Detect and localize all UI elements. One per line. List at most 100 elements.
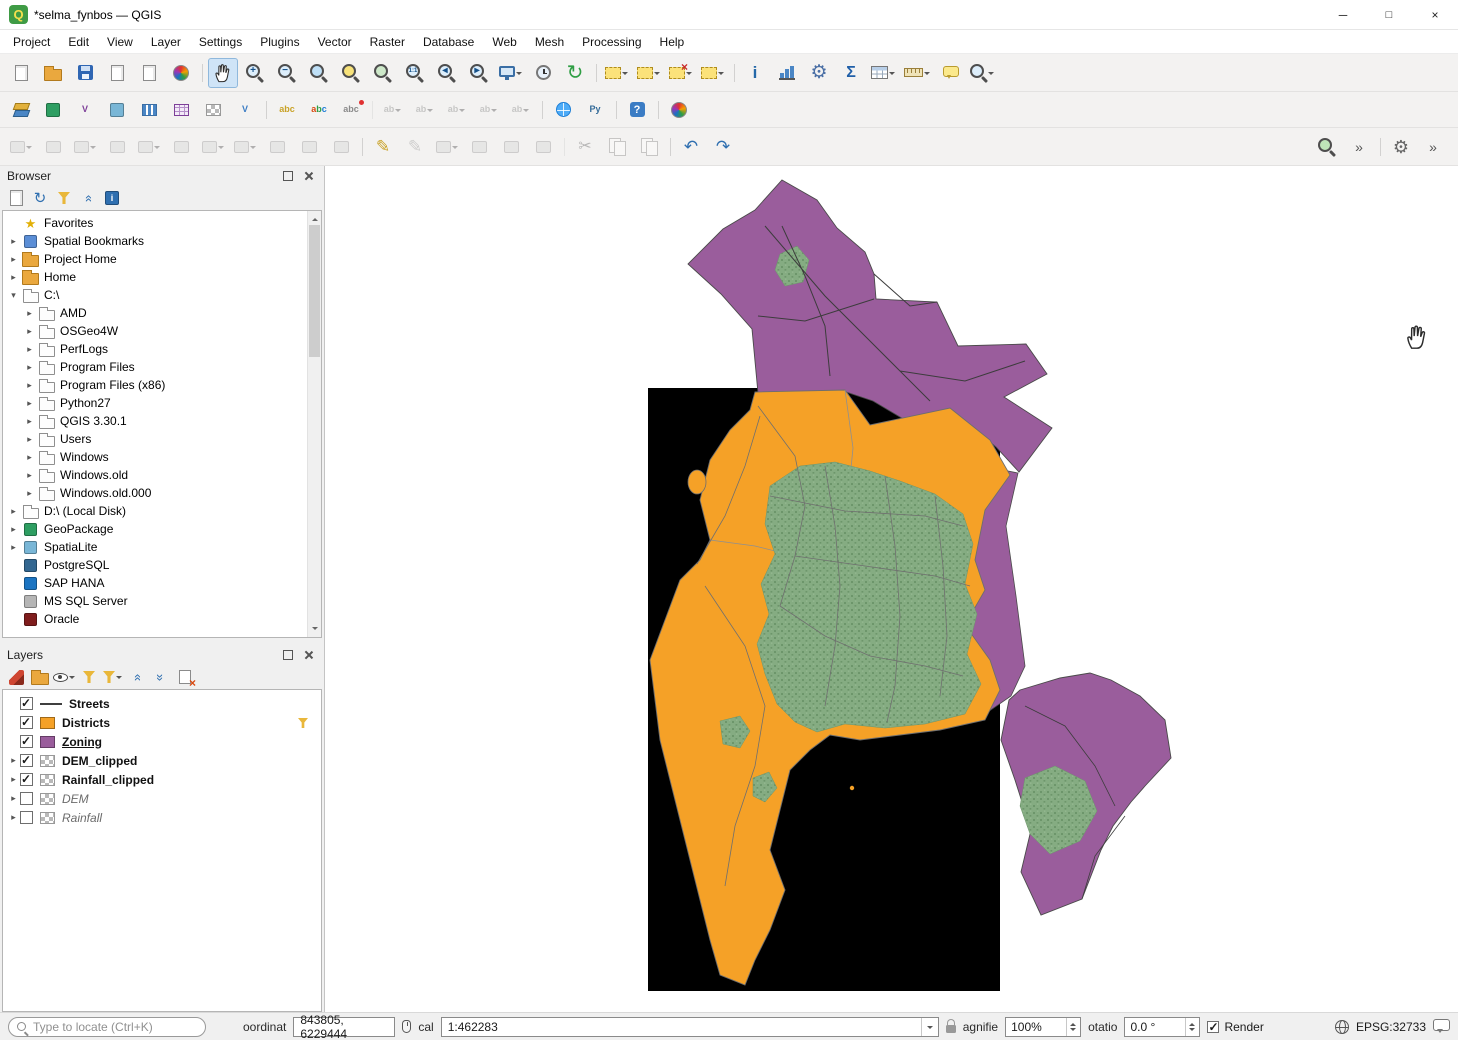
chevron-right-icon[interactable]: ▸ [7, 272, 20, 283]
select-features-button[interactable] [602, 58, 632, 88]
menu-edit[interactable]: Edit [59, 32, 98, 52]
split-features-button[interactable] [496, 132, 526, 162]
temporal-controller-button[interactable] [528, 58, 558, 88]
stream-digitizing-button[interactable] [326, 132, 356, 162]
close-icon[interactable] [301, 169, 317, 183]
show-sum-button[interactable]: Σ [836, 58, 866, 88]
browser-item-qgis-3-30-1[interactable]: ▸QGIS 3.30.1 [3, 412, 305, 430]
magnifier-spinbox[interactable]: 100% [1005, 1017, 1081, 1037]
current-edits-button[interactable] [6, 132, 36, 162]
current-edits-dropdown-icon[interactable] [25, 133, 33, 161]
modify-attributes-dropdown-icon[interactable] [451, 133, 459, 161]
open-attribute-table-button[interactable] [868, 58, 899, 88]
refresh-map-button[interactable]: ↻ [560, 58, 590, 88]
metasearch-button[interactable] [548, 95, 578, 125]
add-point-feature-button[interactable] [102, 132, 132, 162]
layer-labeling-options-button[interactable]: abc [304, 95, 334, 125]
paste-features-button[interactable] [634, 132, 664, 162]
vertex-tool-button[interactable] [198, 132, 228, 162]
highlight-pinned-labels-dropdown-icon[interactable] [426, 96, 434, 124]
minimize-button[interactable]: ─ [1320, 0, 1366, 29]
chevron-right-icon[interactable]: ▸ [23, 488, 36, 499]
lock-icon[interactable] [946, 1025, 956, 1033]
new-virtual-layer-button[interactable] [134, 95, 164, 125]
help-contents-button[interactable]: ? [622, 95, 652, 125]
spinner-arrows-icon[interactable] [1066, 1018, 1080, 1036]
zoom-to-selection-button[interactable] [336, 58, 366, 88]
layer-item-zoning[interactable]: Zoning [3, 732, 321, 751]
filter-legend-expression-button[interactable] [102, 667, 124, 687]
zoom-last-button[interactable]: ◂ [432, 58, 462, 88]
pin-unpin-labels-dropdown-icon[interactable] [394, 96, 402, 124]
merge-features-button[interactable] [528, 132, 558, 162]
filter-legend-button[interactable] [78, 667, 100, 687]
new-annotation-button[interactable] [968, 58, 998, 88]
browser-item-program-files-x86[interactable]: ▸Program Files (x86) [3, 376, 305, 394]
save-project-button[interactable] [70, 58, 100, 88]
new-shapefile-layer-button[interactable]: V [70, 95, 100, 125]
zoom-native-button[interactable]: 1:1 [400, 58, 430, 88]
scroll-thumb[interactable] [309, 225, 320, 357]
delete-selected-button[interactable] [262, 132, 292, 162]
rotation-spinbox[interactable]: 0.0 ° [1124, 1017, 1200, 1037]
measure-line-dropdown-icon[interactable] [923, 59, 931, 87]
plugin-tool-button[interactable] [664, 95, 694, 125]
new-mesh-layer-button[interactable] [166, 95, 196, 125]
remove-layer-button[interactable] [174, 667, 196, 687]
new-annotation-dropdown-icon[interactable] [987, 59, 995, 87]
map-canvas[interactable] [325, 166, 1458, 1012]
cut-features-button[interactable]: ✂ [570, 132, 600, 162]
select-by-expression-dropdown-icon[interactable] [653, 59, 661, 87]
undock-icon[interactable] [280, 169, 296, 183]
measure-line-button[interactable] [901, 58, 934, 88]
browser-item-windows-old[interactable]: ▸Windows.old [3, 466, 305, 484]
browser-item-c[interactable]: ▾C:\ [3, 286, 305, 304]
copy-features-button[interactable] [602, 132, 632, 162]
browser-item-spatialite[interactable]: ▸SpatiaLite [3, 538, 305, 556]
identify-features-button[interactable]: i [740, 58, 770, 88]
chevron-right-icon[interactable]: ▸ [7, 236, 20, 247]
layer-visibility-checkbox[interactable] [20, 697, 33, 710]
new-vector-layer-button[interactable]: V [230, 95, 260, 125]
move-label-button[interactable]: ab [442, 95, 472, 125]
layer-item-dem[interactable]: ▸DEM [3, 789, 321, 808]
toolbox-button[interactable]: ⚙ [1386, 132, 1416, 162]
chevron-right-icon[interactable]: ▸ [23, 380, 36, 391]
search-locator-button[interactable] [1312, 132, 1342, 162]
new-project-button[interactable] [6, 58, 36, 88]
collapse-all-layers-button[interactable]: » [150, 667, 172, 687]
layer-visibility-checkbox[interactable] [20, 716, 33, 729]
browser-properties-button[interactable]: i [101, 188, 123, 208]
style-manager-button[interactable] [166, 58, 196, 88]
refresh-browser-button[interactable]: ↻ [29, 188, 51, 208]
expand-all-button[interactable]: » [126, 667, 148, 687]
maximize-button[interactable]: □ [1366, 0, 1412, 29]
manage-map-themes-dropdown-icon[interactable] [68, 667, 76, 687]
browser-item-home[interactable]: ▸Home [3, 268, 305, 286]
chevron-right-icon[interactable]: ▸ [23, 416, 36, 427]
python-console-button[interactable]: Py [580, 95, 610, 125]
reshape-features-button[interactable] [464, 132, 494, 162]
new-geopackage-layer-button[interactable] [38, 95, 68, 125]
zoom-full-button[interactable] [304, 58, 334, 88]
menu-mesh[interactable]: Mesh [526, 32, 573, 52]
menu-view[interactable]: View [98, 32, 142, 52]
chevron-right-icon[interactable]: ▸ [23, 344, 36, 355]
statistical-summary-button[interactable] [772, 58, 802, 88]
browser-item-program-files[interactable]: ▸Program Files [3, 358, 305, 376]
scale-combobox[interactable]: 1:462283 [441, 1017, 939, 1037]
browser-item-windows[interactable]: ▸Windows [3, 448, 305, 466]
crs-status[interactable]: EPSG:32733 [1356, 1020, 1426, 1034]
select-by-form-dropdown-icon[interactable] [717, 59, 725, 87]
zoom-to-layer-button[interactable] [368, 58, 398, 88]
add-line-feature-dropdown-icon[interactable] [153, 133, 161, 161]
menu-web[interactable]: Web [483, 32, 525, 52]
allow-edits-button[interactable]: ✎ [400, 132, 430, 162]
chevron-right-icon[interactable]: ▸ [7, 254, 20, 265]
open-layer-styling-button[interactable] [5, 667, 27, 687]
add-group-button[interactable] [29, 667, 51, 687]
browser-item-postgresql[interactable]: PostgreSQL [3, 556, 305, 574]
new-print-layout-button[interactable] [102, 58, 132, 88]
new-map-view-dropdown-icon[interactable] [515, 59, 523, 87]
chevron-right-icon[interactable]: ▸ [7, 755, 20, 766]
